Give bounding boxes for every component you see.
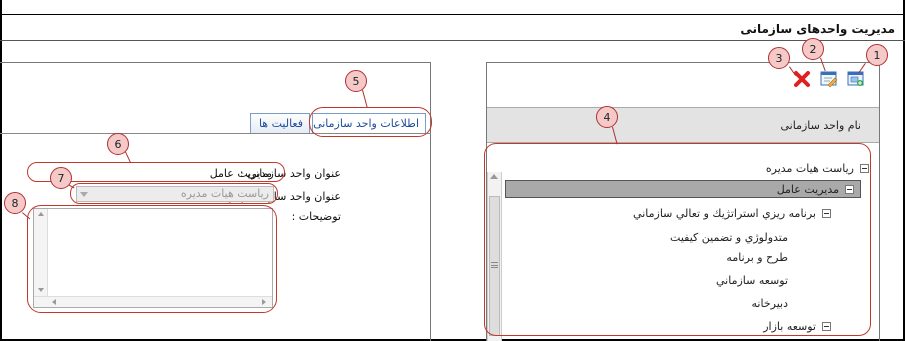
delete-x-icon [794, 71, 810, 87]
callout-1: 1 [866, 44, 888, 66]
tab-activities[interactable]: فعالیت ها [250, 113, 310, 133]
callout-3: 3 [768, 47, 790, 69]
callout-2: 2 [802, 38, 824, 60]
callout-4: 4 [596, 106, 618, 128]
callout-5: 5 [345, 70, 367, 92]
page-title: مدیریت واحدهای سازمانی [740, 22, 895, 36]
callout-8: 8 [4, 192, 26, 214]
tree-column-header: نام واحد سازمانی [780, 119, 861, 132]
annotation-oval-tab [309, 107, 432, 137]
annotation-oval-desc [27, 205, 277, 313]
callout-6: 6 [107, 133, 129, 155]
callout-7: 7 [50, 167, 72, 189]
new-button[interactable] [846, 69, 866, 89]
title-divider [0, 40, 905, 41]
edit-icon [820, 71, 838, 88]
top-border [0, 14, 905, 15]
annotation-oval-parent [70, 183, 278, 204]
annotation-oval-tree [484, 143, 871, 336]
delete-button[interactable] [792, 69, 812, 89]
edit-button[interactable] [819, 69, 839, 89]
new-window-icon [847, 71, 864, 86]
description-label: توضیحات : [291, 210, 341, 223]
